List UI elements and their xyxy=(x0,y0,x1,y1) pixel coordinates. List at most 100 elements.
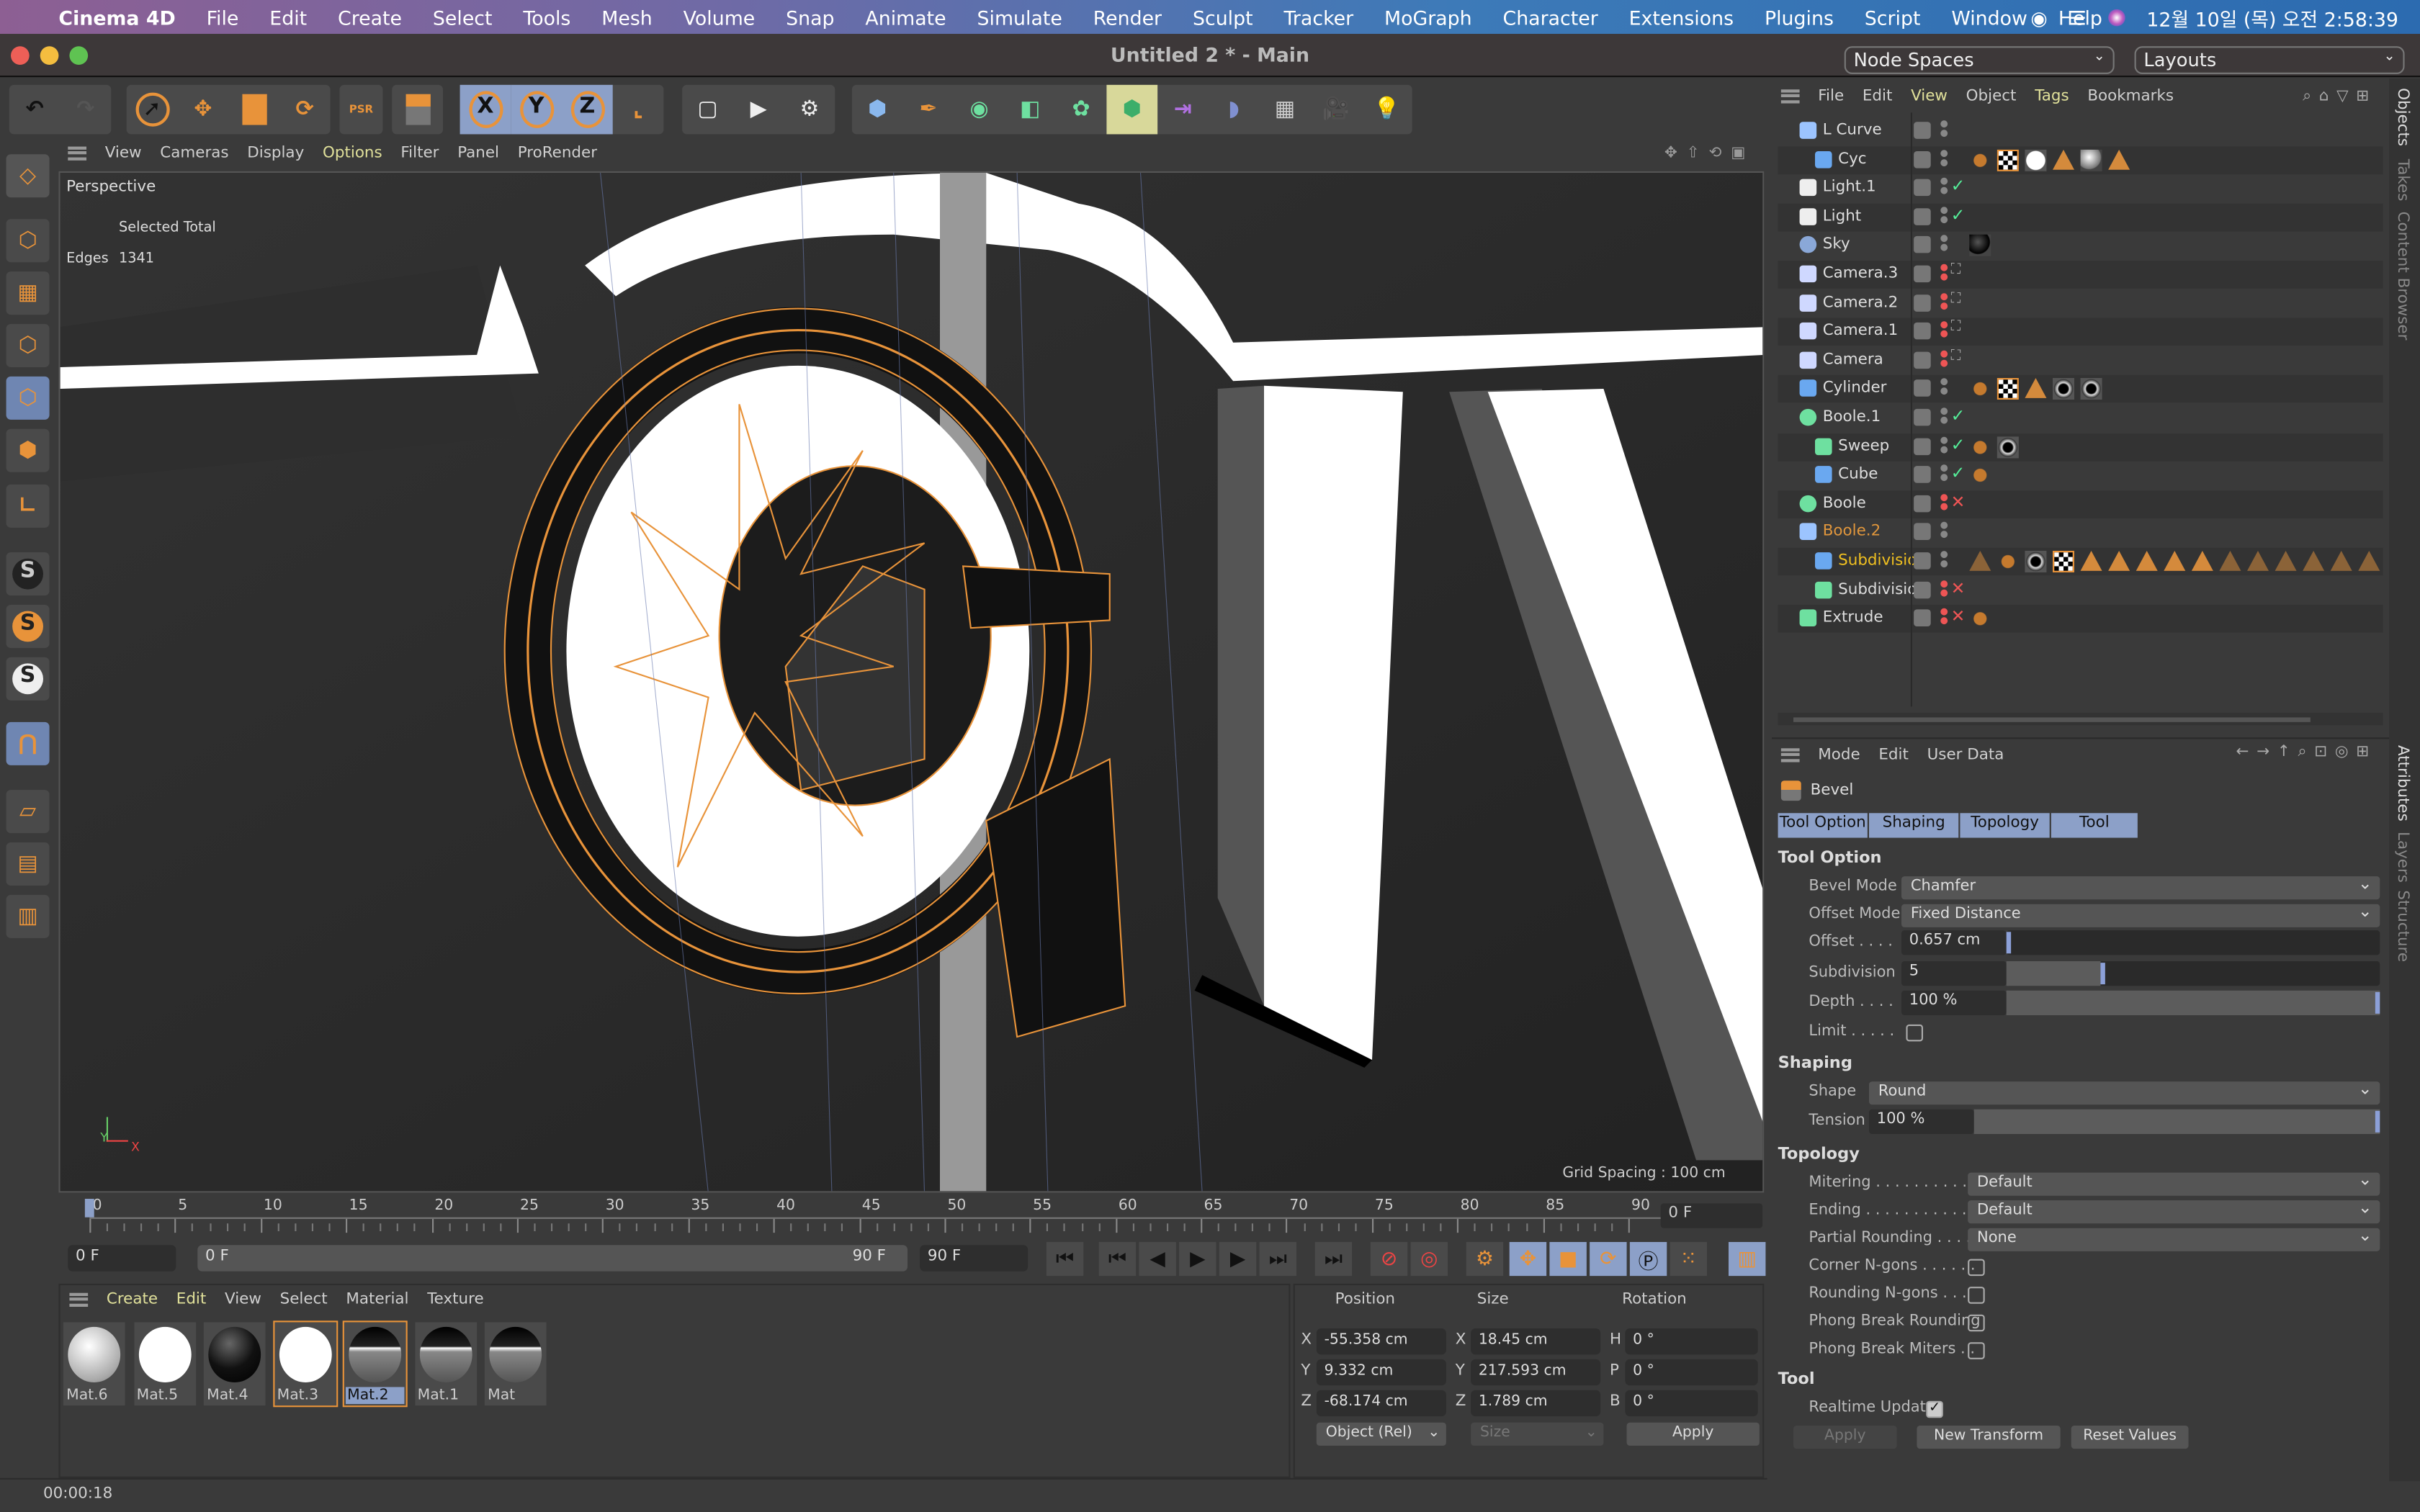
visibility-dots[interactable]: ● ● xyxy=(1940,492,1948,512)
chrome-tag-icon[interactable] xyxy=(1996,436,2019,458)
control-center-icon[interactable]: ☰ xyxy=(2069,6,2087,29)
clock[interactable]: 12월 10일 (목) 오전 2:58:39 xyxy=(2146,2,2398,32)
model-mode-icon[interactable] xyxy=(392,85,443,135)
end-frame-field[interactable]: 90 F xyxy=(920,1245,1028,1272)
object-manager-tools-icons[interactable]: ⌕⌂▽⊞ xyxy=(2303,87,2377,104)
move-icon[interactable]: ✥ xyxy=(177,85,228,135)
material-menu-material[interactable]: Material xyxy=(346,1291,408,1308)
attributes-hamburger-icon[interactable] xyxy=(1780,747,1800,762)
topology-checkbox[interactable] xyxy=(1968,1287,1985,1304)
disabled-x-icon[interactable]: ✕ xyxy=(1951,607,1966,627)
visibility-dots[interactable]: ● ● xyxy=(1940,234,1948,254)
tri-tag-icon[interactable] xyxy=(2108,551,2130,571)
render-picture-viewer-icon[interactable]: ▶ xyxy=(733,85,784,135)
layer-edit-icon[interactable] xyxy=(1914,408,1931,426)
symmetry-icon[interactable]: ⇥ xyxy=(1157,85,1209,135)
visibility-dots[interactable]: ● ● xyxy=(1940,148,1948,168)
camera-target-icon[interactable]: ⛶ xyxy=(1951,291,1961,306)
object-row[interactable]: Subdivisio ● ● xyxy=(1778,547,2383,576)
viewport-nav-icons[interactable]: ✥⇧⟲▣ xyxy=(1664,144,1755,161)
viewport-menu-cameras[interactable]: Cameras xyxy=(160,144,228,161)
material-swatch[interactable]: Mat.2 xyxy=(342,1320,408,1408)
realtime-update-checkbox[interactable]: ✓ xyxy=(1926,1400,1943,1418)
next-key-icon[interactable]: ⏭ xyxy=(1259,1242,1296,1277)
size-x-input[interactable]: 18.45 cm xyxy=(1471,1328,1601,1355)
extrude-icon[interactable]: ◧ xyxy=(1005,85,1056,135)
scale-icon[interactable] xyxy=(228,85,279,135)
depth-slider[interactable] xyxy=(2006,990,2380,1015)
menu-render[interactable]: Render xyxy=(1093,6,1162,29)
object-row[interactable]: Boole ● ● ✕ xyxy=(1778,490,2383,518)
enabled-check-icon[interactable]: ✓ xyxy=(1951,406,1966,426)
size-mode-dropdown[interactable]: Size ⌄ xyxy=(1471,1422,1604,1446)
layer-edit-icon[interactable] xyxy=(1914,351,1931,369)
frame-range-slider[interactable]: 0 F 90 F xyxy=(197,1245,908,1272)
menu-sculpt[interactable]: Sculpt xyxy=(1193,6,1253,29)
material-swatch[interactable]: Mat.3 xyxy=(272,1320,338,1408)
array-icon[interactable]: ⬢ xyxy=(1106,84,1158,135)
tri-o-tag-icon[interactable] xyxy=(2219,551,2241,571)
menu-mesh[interactable]: Mesh xyxy=(601,6,653,29)
snap-settings-icon[interactable]: S xyxy=(6,605,50,648)
tri-o-tag-icon[interactable] xyxy=(2358,551,2380,571)
undo-icon[interactable]: ↶ xyxy=(9,85,60,135)
autokey-icon[interactable]: ◎ xyxy=(1410,1242,1448,1277)
tab-tool-option[interactable]: Tool Option xyxy=(1778,813,1868,838)
tri-o-tag-icon[interactable] xyxy=(2303,551,2325,571)
visibility-dots[interactable]: ● ● xyxy=(1940,521,1948,541)
phong-tag-icon[interactable] xyxy=(1969,378,1991,400)
camera-target-icon[interactable]: ⛶ xyxy=(1951,262,1961,277)
black-tag-icon[interactable] xyxy=(1969,235,1991,257)
enabled-check-icon[interactable]: ✓ xyxy=(1951,205,1966,225)
visibility-dots[interactable]: ● ● xyxy=(1940,464,1948,483)
tension-slider[interactable] xyxy=(1973,1109,2380,1134)
partial-rounding-dropdown[interactable]: None xyxy=(1968,1225,2380,1251)
material-menu-select[interactable]: Select xyxy=(280,1291,328,1308)
layouts-dropdown[interactable]: Layouts ⌄ xyxy=(2134,46,2405,74)
objects-menu-view[interactable]: View xyxy=(1911,87,1948,104)
enabled-check-icon[interactable]: ✓ xyxy=(1951,434,1966,454)
tri-tag-icon[interactable] xyxy=(2108,148,2130,169)
layer-edit-icon[interactable] xyxy=(1914,552,1931,570)
tab-takes[interactable]: Takes xyxy=(2394,159,2411,202)
ending-dropdown[interactable]: Default xyxy=(1968,1197,2380,1224)
layer-edit-icon[interactable] xyxy=(1914,523,1931,541)
polygons-mode-icon[interactable]: ⬢ xyxy=(6,428,50,472)
limit-checkbox[interactable] xyxy=(1906,1024,1923,1042)
cloner-icon[interactable]: ✿ xyxy=(1056,85,1107,135)
playhead[interactable] xyxy=(84,1199,94,1218)
object-row[interactable]: Light.1 ● ● ✓ xyxy=(1778,175,2383,203)
object-row[interactable]: Extrude ● ● ✕ xyxy=(1778,605,2383,633)
objects-menu-bookmarks[interactable]: Bookmarks xyxy=(2087,87,2174,104)
object-row[interactable]: Boole.2 ● ● xyxy=(1778,519,2383,547)
y-axis-icon[interactable]: Y xyxy=(511,84,562,135)
redo-icon[interactable]: ↷ xyxy=(60,85,112,135)
floor-icon[interactable]: ▦ xyxy=(1260,85,1311,135)
go-to-end-icon[interactable]: ⏭ xyxy=(1314,1242,1353,1277)
rotation-p-input[interactable]: 0 ° xyxy=(1625,1359,1758,1386)
material-swatch[interactable]: Mat xyxy=(484,1322,547,1406)
subdivision-input[interactable]: 5 xyxy=(1901,961,2007,986)
previous-key-icon[interactable]: ⏮ xyxy=(1098,1242,1137,1277)
visibility-dots[interactable]: ● ● xyxy=(1940,177,1948,197)
visibility-dots[interactable]: ● ● xyxy=(1940,608,1948,627)
layer-edit-icon[interactable] xyxy=(1914,236,1931,254)
node-spaces-dropdown[interactable]: Node Spaces ⌄ xyxy=(1844,46,2115,74)
key-pla-icon[interactable]: ⁙ xyxy=(1670,1242,1707,1277)
viewport-menu-options[interactable]: Options xyxy=(323,144,382,161)
make-editable-icon[interactable]: ◇ xyxy=(6,154,50,198)
key-scale-icon[interactable]: ■ xyxy=(1549,1242,1587,1277)
tab-topology[interactable]: Topology xyxy=(1960,813,2050,838)
tri-o-tag-icon[interactable] xyxy=(2275,551,2297,571)
z-axis-icon[interactable]: Z xyxy=(562,84,613,135)
material-menu-edit[interactable]: Edit xyxy=(176,1291,207,1308)
tool-apply-button[interactable]: Apply xyxy=(1793,1425,1897,1449)
layer-edit-icon[interactable] xyxy=(1914,379,1931,397)
offset-mode-dropdown[interactable]: Fixed Distance xyxy=(1901,901,2380,927)
attributes-menu-mode[interactable]: Mode xyxy=(1818,746,1860,763)
checker-tag-icon[interactable] xyxy=(1996,148,2019,171)
white-tag-icon[interactable] xyxy=(2025,148,2047,171)
objects-hamburger-icon[interactable] xyxy=(1780,89,1800,103)
render-view-icon[interactable]: ▢ xyxy=(682,85,733,135)
position-x-input[interactable]: -55.358 cm xyxy=(1316,1328,1446,1355)
